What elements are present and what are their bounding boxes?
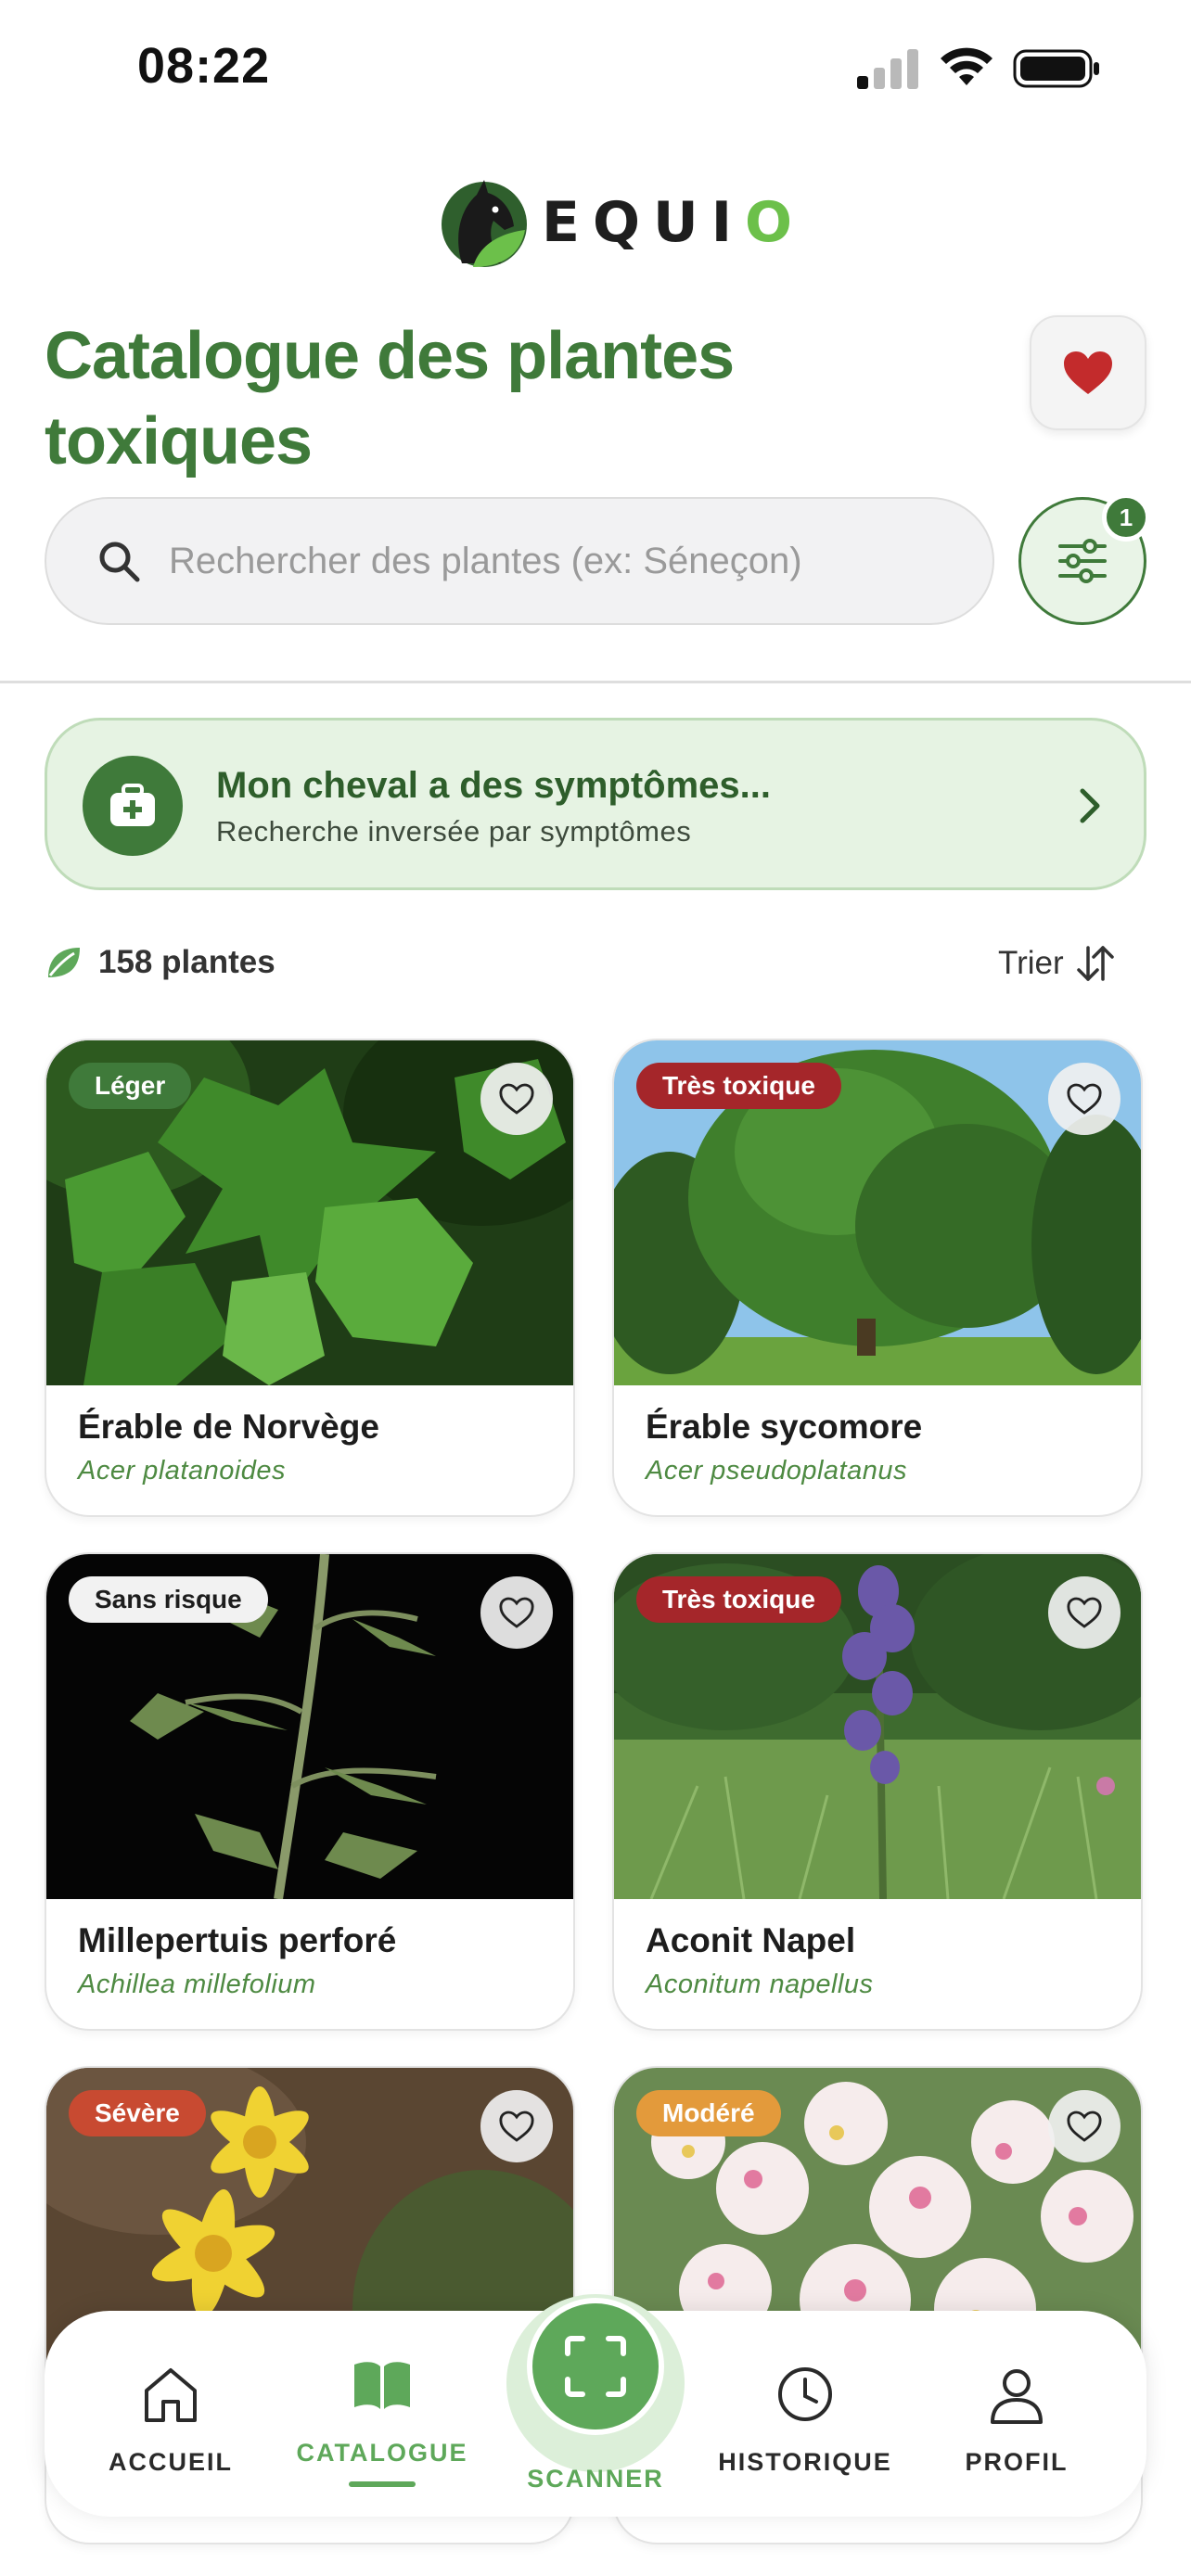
favorite-toggle[interactable] [480,1063,553,1135]
chevron-right-icon [1080,788,1100,823]
sort-arrows-icon [1076,946,1114,981]
nav-scanner-label: SCANNER [527,2465,664,2493]
favorite-toggle[interactable] [1048,2090,1121,2162]
plant-latin-name: Acer pseudoplatanus [646,1456,907,1486]
plant-name: Millepertuis perforé [78,1921,397,1959]
filter-count-badge: 1 [1102,493,1150,542]
nav-profile-label: PROFIL [965,2448,1069,2476]
plant-name: Aconit Napel [646,1921,856,1959]
heart-outline-icon [1067,1083,1102,1115]
first-aid-kit-icon [83,756,183,856]
app-logo: EQUIO [436,174,805,271]
nav-history[interactable]: HISTORIQUE [712,2311,898,2517]
heart-filled-icon [1064,351,1112,394]
active-tab-indicator [349,2481,416,2487]
nav-home-label: ACCUEIL [109,2448,233,2476]
nav-catalogue[interactable]: CATALOGUE [289,2311,475,2517]
favorite-toggle[interactable] [1048,1063,1121,1135]
favorite-toggle[interactable] [1048,1576,1121,1649]
toxicity-badge: Sans risque [69,1576,268,1623]
toxicity-badge: Léger [69,1063,192,1109]
heart-outline-icon [499,1083,534,1115]
heart-outline-icon [499,2111,534,2142]
sort-label: Trier [998,945,1064,981]
home-icon [145,2368,197,2422]
scanner-button[interactable] [527,2298,664,2435]
wifi-icon [941,47,992,85]
search-bar[interactable] [45,497,994,625]
plant-count-label: 158 plantes [98,944,275,980]
toxicity-badge: Sévère [69,2090,206,2136]
clock-icon [778,2367,832,2421]
toxicity-badge: Très toxique [636,1063,841,1109]
page-title: Catalogue des plantes toxiques [45,319,735,478]
favorite-toggle[interactable] [480,1576,553,1649]
nav-profile[interactable]: PROFIL [924,2311,1109,2517]
brand-name: EQUIO [542,190,806,255]
cellular-signal-icon [857,49,918,89]
toxicity-badge: Modéré [636,2090,781,2136]
favorite-toggle[interactable] [480,2090,553,2162]
search-icon [99,542,140,582]
symptom-banner-title: Mon cheval a des symptômes... [216,765,771,806]
plant-name: Érable de Norvège [78,1408,379,1446]
horse-head-icon [442,180,527,267]
search-input[interactable] [169,540,985,582]
heart-outline-icon [1067,1597,1102,1628]
battery-icon [1013,49,1099,88]
sliders-icon [1058,539,1107,583]
nav-history-label: HISTORIQUE [718,2448,892,2476]
heart-outline-icon [1067,2111,1102,2142]
status-time: 08:22 [137,38,271,94]
open-book-icon [354,2362,410,2409]
plant-latin-name: Acer platanoides [78,1456,287,1486]
symptom-banner-subtitle: Recherche inversée par symptômes [216,815,692,848]
nav-home[interactable]: ACCUEIL [78,2311,263,2517]
toxicity-badge: Très toxique [636,1576,841,1623]
plant-card[interactable]: Très toxique Aconit Napel Aconitum napel… [612,1552,1143,2031]
header-divider [0,681,1191,683]
plant-card[interactable]: Léger Érable de Norvège Acer platanoides [45,1039,575,1517]
scan-frame-icon [565,2336,626,2397]
heart-outline-icon [499,1597,534,1628]
symptom-search-banner[interactable]: Mon cheval a des symptômes... Recherche … [45,718,1146,890]
leaf-icon [48,948,80,977]
favorites-button[interactable] [1030,315,1146,430]
status-bar: 08:22 [0,0,1191,139]
plant-name: Érable sycomore [646,1408,923,1446]
sort-button[interactable]: Trier [998,944,1116,983]
plant-latin-name: Aconitum napellus [646,1970,874,1999]
plant-card[interactable]: Très toxique Érable sycomore Acer pseudo… [612,1039,1143,1517]
nav-catalogue-label: CATALOGUE [296,2439,468,2467]
plant-card[interactable]: Sans risque Millepertuis perforé Achille… [45,1552,575,2031]
plant-latin-name: Achillea millefolium [78,1970,316,1999]
result-count: 158 plantes [45,944,275,981]
user-icon [991,2369,1043,2424]
